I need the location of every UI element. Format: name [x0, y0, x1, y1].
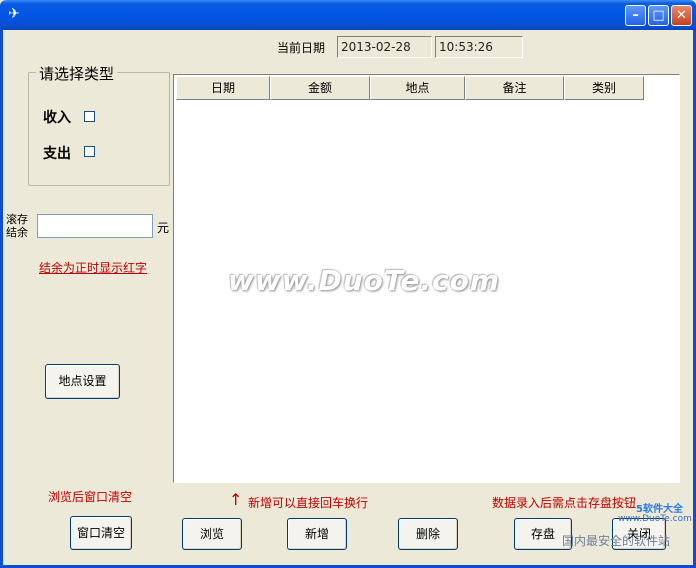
- date-label: 当前日期: [277, 41, 326, 55]
- balance-label-line2: 结余: [6, 226, 28, 239]
- save-hint: 数据录入后需点击存盘按钮: [492, 496, 637, 510]
- watermark-corner-brand: 5软件大全: [636, 504, 683, 515]
- type-group-title: 请选择类型: [36, 63, 118, 84]
- watermark-corner-slogan: 国内最安全的软件站: [562, 534, 671, 548]
- col-header-amount[interactable]: 金额: [270, 76, 370, 100]
- watermark-corner-url: www.DuoTe.com: [618, 514, 692, 524]
- balance-note: 结余为正时显示红字: [39, 261, 148, 275]
- close-window-button[interactable]: ✕: [671, 5, 692, 26]
- income-label: 收入: [43, 110, 71, 126]
- col-header-location[interactable]: 地点: [370, 76, 465, 100]
- balance-unit: 元: [157, 221, 170, 235]
- income-checkbox[interactable]: [84, 111, 95, 122]
- time-field: 10:53:26: [435, 36, 523, 58]
- browse-clear-hint: 浏览后窗口清空: [48, 490, 133, 504]
- balance-label-line1: 滚存: [6, 213, 28, 226]
- expense-checkbox[interactable]: [84, 146, 95, 157]
- type-groupbox: [28, 72, 170, 186]
- location-settings-button[interactable]: 地点设置: [45, 364, 120, 399]
- app-icon[interactable]: ✈: [6, 6, 22, 22]
- delete-button[interactable]: 删除: [398, 518, 458, 550]
- maximize-button[interactable]: □: [648, 5, 669, 26]
- col-header-note[interactable]: 备注: [465, 76, 564, 100]
- date-field: 2013-02-28: [337, 36, 432, 58]
- new-enter-hint: 新增可以直接回车换行: [248, 496, 369, 510]
- col-header-date[interactable]: 日期: [176, 76, 270, 100]
- clear-window-button[interactable]: 窗口清空: [70, 516, 132, 550]
- add-button[interactable]: 新增: [287, 518, 347, 550]
- title-bar[interactable]: ✈ – □ ✕: [0, 0, 696, 30]
- up-arrow-icon: ↑: [229, 490, 243, 509]
- minimize-button[interactable]: –: [625, 5, 646, 26]
- expense-label: 支出: [43, 146, 71, 162]
- watermark-text: www.DuoTe.com: [228, 264, 500, 297]
- grid-header: 日期 金额 地点 备注 类别: [176, 76, 644, 100]
- balance-input[interactable]: [37, 214, 153, 238]
- col-header-category[interactable]: 类别: [564, 76, 644, 100]
- browse-button[interactable]: 浏览: [182, 518, 242, 550]
